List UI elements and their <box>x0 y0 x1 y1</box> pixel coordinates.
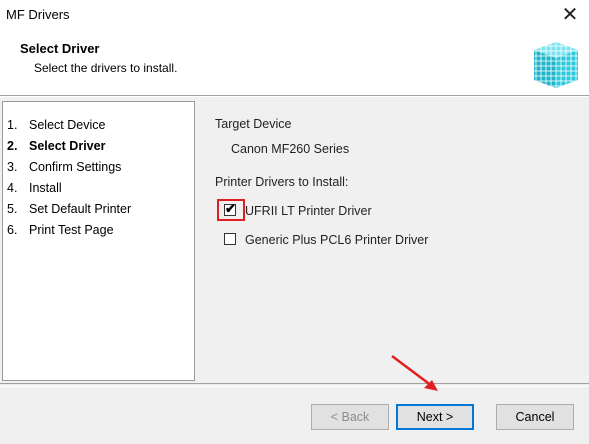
step-label: Install <box>29 181 62 195</box>
generic-pcl6-driver-label[interactable]: Generic Plus PCL6 Printer Driver <box>245 233 428 247</box>
target-device-value: Canon MF260 Series <box>231 142 350 156</box>
step-number: 3. <box>7 160 18 174</box>
step-label: Set Default Printer <box>29 202 132 216</box>
step-select-device: 1. Select Device <box>7 118 105 132</box>
page-subtitle: Select the drivers to install. <box>34 61 178 75</box>
footer-divider <box>0 383 589 387</box>
cube-logo-icon <box>534 42 578 88</box>
checkmark-icon: ✔ <box>225 201 236 216</box>
step-number: 2. <box>7 139 18 153</box>
step-install: 4. Install <box>7 181 62 195</box>
step-label: Confirm Settings <box>29 160 122 174</box>
steps-panel: 1. Select Device 2. Select Driver 3. Confir… <box>2 101 195 381</box>
back-button[interactable]: < Back <box>311 404 389 430</box>
step-number: 1. <box>7 118 18 132</box>
window-title: MF Drivers <box>6 7 70 22</box>
title-bar: MF Drivers ✕ <box>0 0 589 30</box>
step-print-test-page: 6. Print Test Page <box>7 223 114 237</box>
close-icon[interactable]: ✕ <box>559 4 581 26</box>
target-device-label: Target Device <box>215 117 292 131</box>
step-number: 5. <box>7 202 18 216</box>
step-select-driver: 2. Select Driver <box>7 139 105 153</box>
page-title: Select Driver <box>20 41 100 56</box>
step-label: Print Test Page <box>29 223 114 237</box>
generic-pcl6-driver-checkbox[interactable] <box>224 233 236 245</box>
ufrii-driver-label[interactable]: UFRII LT Printer Driver <box>245 204 372 218</box>
wizard-header: Select Driver Select the drivers to inst… <box>0 30 589 94</box>
content-panel: Target Device Canon MF260 Series Printer… <box>200 101 589 381</box>
red-arrow-icon <box>391 355 438 391</box>
step-set-default-printer: 5. Set Default Printer <box>7 202 131 216</box>
ufrii-driver-checkbox[interactable]: ✔ <box>224 201 236 216</box>
step-confirm-settings: 3. Confirm Settings <box>7 160 121 174</box>
step-label: Select Driver <box>29 139 106 153</box>
step-number: 4. <box>7 181 18 195</box>
step-label: Select Device <box>29 118 106 132</box>
step-number: 6. <box>7 223 18 237</box>
drivers-label: Printer Drivers to Install: <box>215 175 349 189</box>
next-button[interactable]: Next > <box>396 404 474 430</box>
cancel-button[interactable]: Cancel <box>496 404 574 430</box>
